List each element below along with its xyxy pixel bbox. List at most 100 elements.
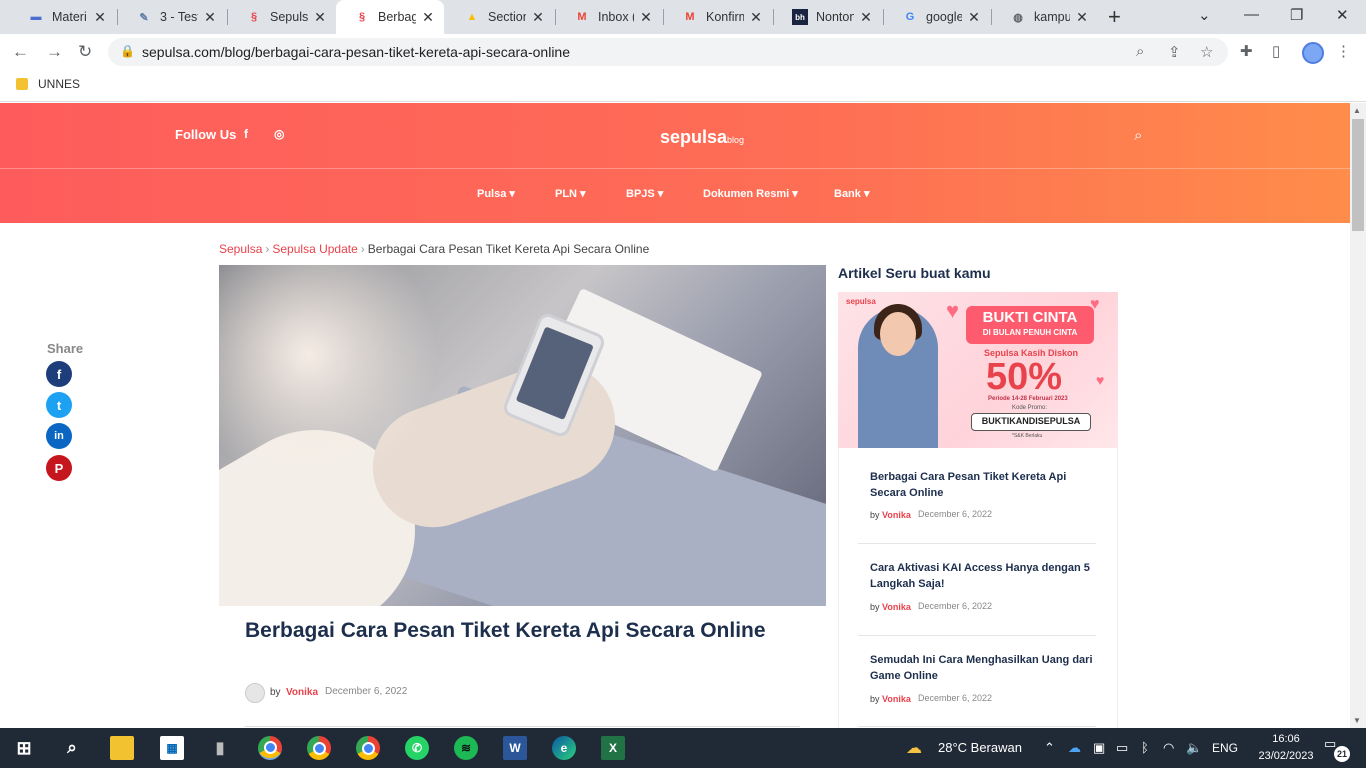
sidebar-article-title[interactable]: Cara Aktivasi KAI Access Hanya dengan 5 … bbox=[870, 560, 1098, 592]
author-link[interactable]: Vonika bbox=[882, 510, 911, 520]
instagram-icon[interactable]: ◎ bbox=[274, 127, 284, 141]
promo-banner[interactable]: sepulsa ♥ ♥ ♥ BUKTI CINTA DI BULAN PENUH … bbox=[838, 292, 1118, 448]
menu-pulsa[interactable]: Pulsa ▾ bbox=[477, 187, 515, 200]
edge-icon[interactable]: e bbox=[552, 736, 576, 760]
whatsapp-icon[interactable]: ✆ bbox=[405, 736, 429, 760]
wifi-icon[interactable]: ◠ bbox=[1163, 740, 1174, 756]
article-hero-image bbox=[219, 265, 826, 606]
tab-inbox[interactable]: M Inbox (2 ✕ bbox=[556, 0, 662, 34]
excel-icon[interactable]: X bbox=[601, 736, 625, 760]
page-scrollbar[interactable]: ▲ ▼ bbox=[1350, 103, 1366, 728]
show-hidden-icons-icon[interactable]: ⌃ bbox=[1044, 740, 1055, 756]
browser-menu-icon[interactable]: ⋮ bbox=[1336, 42, 1351, 60]
spotify-icon[interactable]: ≋ bbox=[454, 736, 478, 760]
chrome-icon[interactable] bbox=[356, 736, 380, 760]
share-facebook-icon[interactable]: f bbox=[46, 361, 72, 387]
menu-dokumen-resmi[interactable]: Dokumen Resmi ▾ bbox=[703, 187, 798, 200]
tab-berbagai-active[interactable]: § Berbaga ✕ bbox=[336, 0, 444, 34]
chrome-icon[interactable] bbox=[258, 736, 282, 760]
word-icon[interactable]: W bbox=[503, 736, 527, 760]
close-tab-icon[interactable]: ✕ bbox=[638, 9, 654, 26]
search-icon[interactable]: ⌕ bbox=[1134, 127, 1142, 144]
author-link[interactable]: Vonika bbox=[882, 694, 911, 704]
tab-kampus[interactable]: ◍ kampus ✕ bbox=[992, 0, 1098, 34]
close-tab-icon[interactable]: ✕ bbox=[420, 9, 436, 26]
sidebar-article-item[interactable]: Cara Aktivasi KAI Access Hanya dengan 5 … bbox=[858, 560, 1096, 640]
close-tab-icon[interactable]: ✕ bbox=[312, 9, 328, 26]
close-tab-icon[interactable]: ✕ bbox=[966, 9, 982, 26]
minimize-icon[interactable]: — bbox=[1244, 6, 1259, 23]
omnibox[interactable]: 🔒 sepulsa.com/blog/berbagai-cara-pesan-t… bbox=[108, 38, 1228, 66]
share-label: Share bbox=[47, 341, 84, 356]
back-icon[interactable]: ← bbox=[12, 42, 29, 62]
battery-icon[interactable]: ▭ bbox=[1116, 740, 1128, 756]
onedrive-icon[interactable]: ☁ bbox=[1068, 740, 1081, 756]
menu-bank[interactable]: Bank ▾ bbox=[834, 187, 869, 200]
tab-materi[interactable]: ▬ Materi – ✕ bbox=[10, 0, 116, 34]
tab-nonton[interactable]: bh Nonton ✕ bbox=[774, 0, 882, 34]
bookmark-unnes[interactable]: UNNES bbox=[38, 77, 80, 91]
menu-bpjs[interactable]: BPJS ▾ bbox=[626, 187, 663, 200]
store-icon[interactable]: ▦ bbox=[160, 736, 184, 760]
share-linkedin-icon[interactable]: in bbox=[46, 423, 72, 449]
notification-center-icon[interactable]: ▭ 21 bbox=[1324, 736, 1350, 762]
close-tab-icon[interactable]: ✕ bbox=[92, 9, 108, 26]
scrollbar-thumb[interactable] bbox=[1352, 119, 1364, 231]
close-tab-icon[interactable]: ✕ bbox=[202, 9, 218, 26]
share-pinterest-icon[interactable]: P bbox=[46, 455, 72, 481]
close-tab-icon[interactable]: ✕ bbox=[858, 9, 874, 26]
share-twitter-icon[interactable]: t bbox=[46, 392, 72, 418]
file-explorer-icon[interactable] bbox=[110, 736, 134, 760]
weather-text[interactable]: 28°C Berawan bbox=[938, 740, 1022, 755]
restore-icon[interactable]: ❐ bbox=[1290, 6, 1303, 24]
windows-start-icon[interactable]: ⊞ bbox=[12, 736, 36, 760]
weather-icon[interactable]: ☁ bbox=[906, 738, 922, 758]
banner-brand: sepulsa bbox=[846, 297, 876, 306]
site-logo[interactable]: sepulsablog bbox=[660, 127, 744, 148]
clock[interactable]: 16:06 23/02/2023 bbox=[1254, 731, 1318, 765]
lock-icon[interactable]: 🔒 bbox=[120, 44, 135, 58]
url-text[interactable]: sepulsa.com/blog/berbagai-cara-pesan-tik… bbox=[142, 44, 570, 60]
close-tab-icon[interactable]: ✕ bbox=[748, 9, 764, 26]
facebook-icon[interactable]: f bbox=[244, 127, 248, 141]
tab-title: Konfirm bbox=[706, 10, 744, 24]
reload-icon[interactable]: ↻ bbox=[78, 42, 92, 62]
device-icon[interactable]: ▣ bbox=[1093, 740, 1105, 756]
windows-taskbar bbox=[0, 728, 1366, 768]
menu-pln[interactable]: PLN ▾ bbox=[555, 187, 586, 200]
sidebar-article-item[interactable]: Semudah Ini Cara Menghasilkan Uang dari … bbox=[858, 652, 1096, 728]
breadcrumb-category[interactable]: Sepulsa Update bbox=[272, 242, 357, 256]
volume-icon[interactable]: 🔈 bbox=[1186, 740, 1202, 756]
tab-testing[interactable]: ✎ 3 - Testi ✕ bbox=[118, 0, 226, 34]
sidebar-article-title[interactable]: Semudah Ini Cara Menghasilkan Uang dari … bbox=[870, 652, 1098, 684]
tab-konfirmasi[interactable]: M Konfirm ✕ bbox=[664, 0, 772, 34]
tab-section[interactable]: ▲ Section ✕ bbox=[446, 0, 554, 34]
sidebar-article-title[interactable]: Berbagai Cara Pesan Tiket Kereta Api Sec… bbox=[870, 469, 1098, 501]
tab-search-icon[interactable]: ⌄ bbox=[1198, 6, 1211, 24]
bookmark-star-icon[interactable]: ☆ bbox=[1200, 43, 1213, 61]
language-indicator[interactable]: ENG bbox=[1212, 741, 1238, 755]
side-panel-icon[interactable]: ▯ bbox=[1272, 42, 1280, 60]
zoom-icon[interactable]: ⌕ bbox=[1136, 43, 1144, 60]
forward-icon[interactable]: → bbox=[46, 42, 63, 62]
extensions-icon[interactable]: ✚ bbox=[1240, 42, 1253, 60]
tab-google[interactable]: G google ✕ bbox=[884, 0, 990, 34]
breadcrumb-home[interactable]: Sepulsa bbox=[219, 242, 262, 256]
share-page-icon[interactable]: ⇪ bbox=[1168, 43, 1181, 61]
tab-title: Section bbox=[488, 10, 526, 24]
tab-sepulsa[interactable]: § Sepulsa ✕ bbox=[228, 0, 336, 34]
sidebar-article-item[interactable]: Berbagai Cara Pesan Tiket Kereta Api Sec… bbox=[858, 469, 1096, 549]
article-date: December 6, 2022 bbox=[325, 686, 408, 697]
profile-avatar[interactable] bbox=[1302, 42, 1324, 64]
author-link[interactable]: Vonika bbox=[286, 687, 318, 698]
close-window-icon[interactable]: ✕ bbox=[1336, 6, 1349, 24]
bluetooth-icon[interactable]: ᛒ bbox=[1141, 740, 1149, 755]
globe-icon: ◍ bbox=[1013, 11, 1023, 24]
chrome-icon[interactable] bbox=[307, 736, 331, 760]
author-link[interactable]: Vonika bbox=[882, 602, 911, 612]
close-tab-icon[interactable]: ✕ bbox=[1074, 9, 1090, 26]
microphone-app-icon[interactable]: ▮ bbox=[208, 736, 232, 760]
new-tab-icon[interactable]: + bbox=[1108, 4, 1121, 30]
search-icon[interactable]: ⌕ bbox=[60, 736, 84, 760]
close-tab-icon[interactable]: ✕ bbox=[530, 9, 546, 26]
